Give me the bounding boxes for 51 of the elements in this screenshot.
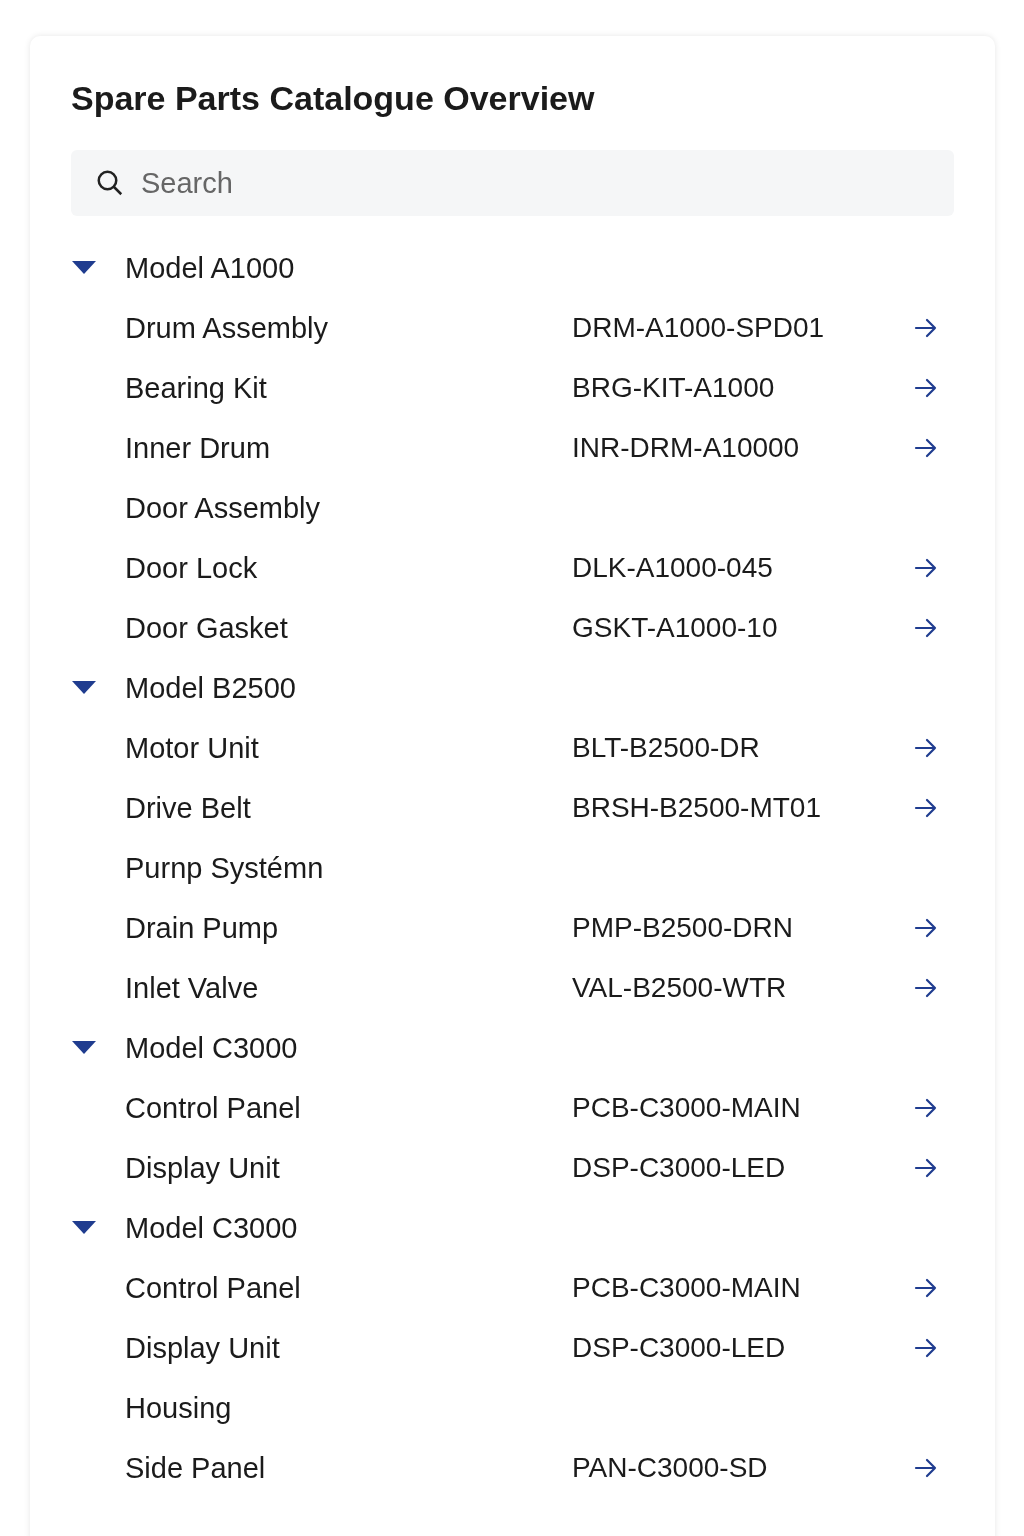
arrow-right-icon[interactable]: [914, 796, 938, 820]
part-name: Motor Unit: [125, 731, 260, 765]
arrow-right-icon[interactable]: [914, 436, 938, 460]
part-name: Side Panel: [125, 1451, 267, 1485]
part-number: BRG-KIT-A1000: [572, 372, 776, 404]
arrow-right-icon[interactable]: [914, 736, 938, 760]
arrow-right-icon[interactable]: [914, 916, 938, 940]
part-number: DRM-A1000-SPD01: [572, 312, 826, 344]
part-name: Inner Drum: [125, 431, 272, 465]
arrow-right-icon[interactable]: [914, 1276, 938, 1300]
part-name: Inlet Valve: [125, 971, 260, 1005]
part-number: PAN-C3000-SD: [572, 1452, 769, 1484]
part-number: VAL-B2500-WTR: [572, 972, 788, 1004]
part-number: PCB-C3000-MAIN: [572, 1272, 802, 1304]
arrow-right-icon[interactable]: [914, 1096, 938, 1120]
arrow-right-icon[interactable]: [914, 556, 938, 580]
model-name[interactable]: Model A1000: [125, 251, 572, 285]
part-number: DSP-C3000-LED: [572, 1152, 787, 1184]
arrow-right-icon[interactable]: [914, 376, 938, 400]
part-name: Door Lock: [125, 551, 259, 585]
part-number: PMP-B2500-DRN: [572, 912, 794, 944]
page-title: Spare Parts Catalogue Overview: [71, 78, 596, 119]
part-number: INR-DRM-A10000: [572, 432, 801, 464]
group-name: Door Assembly: [125, 491, 321, 525]
part-name: Drain Pump: [125, 911, 280, 945]
model-name[interactable]: Model C3000: [125, 1211, 572, 1245]
part-name: Door Gasket: [125, 611, 289, 645]
part-number: BLT-B2500-DR: [572, 732, 761, 764]
part-number: BRSH-B2500-MT01: [572, 792, 822, 824]
part-name: Display Unit: [125, 1151, 281, 1185]
group-name: Housing: [125, 1391, 233, 1425]
part-name: Control Panel: [125, 1091, 302, 1125]
model-name[interactable]: Model C3000: [125, 1031, 572, 1065]
part-number: DLK-A1000-045: [572, 552, 774, 584]
part-number: PCB-C3000-MAIN: [572, 1092, 802, 1124]
part-name: Bearing Kit: [125, 371, 268, 405]
part-name: Drive Belt: [125, 791, 252, 825]
part-name: Drum Assembly: [125, 311, 330, 345]
model-name[interactable]: Model B2500: [125, 671, 572, 705]
arrow-right-icon[interactable]: [914, 1456, 938, 1480]
part-number: DSP-C3000-LED: [572, 1332, 787, 1364]
arrow-right-icon[interactable]: [914, 976, 938, 1000]
arrow-right-icon[interactable]: [914, 616, 938, 640]
group-name: Purnp Systémn: [125, 851, 325, 885]
part-name: Control Panel: [125, 1271, 302, 1305]
arrow-right-icon[interactable]: [914, 316, 938, 340]
search-field[interactable]: Search: [71, 150, 954, 216]
arrow-right-icon[interactable]: [914, 1336, 938, 1360]
part-number: GSKT-A1000-10: [572, 612, 779, 644]
part-name: Display Unit: [125, 1331, 281, 1365]
arrow-right-icon[interactable]: [914, 1156, 938, 1180]
